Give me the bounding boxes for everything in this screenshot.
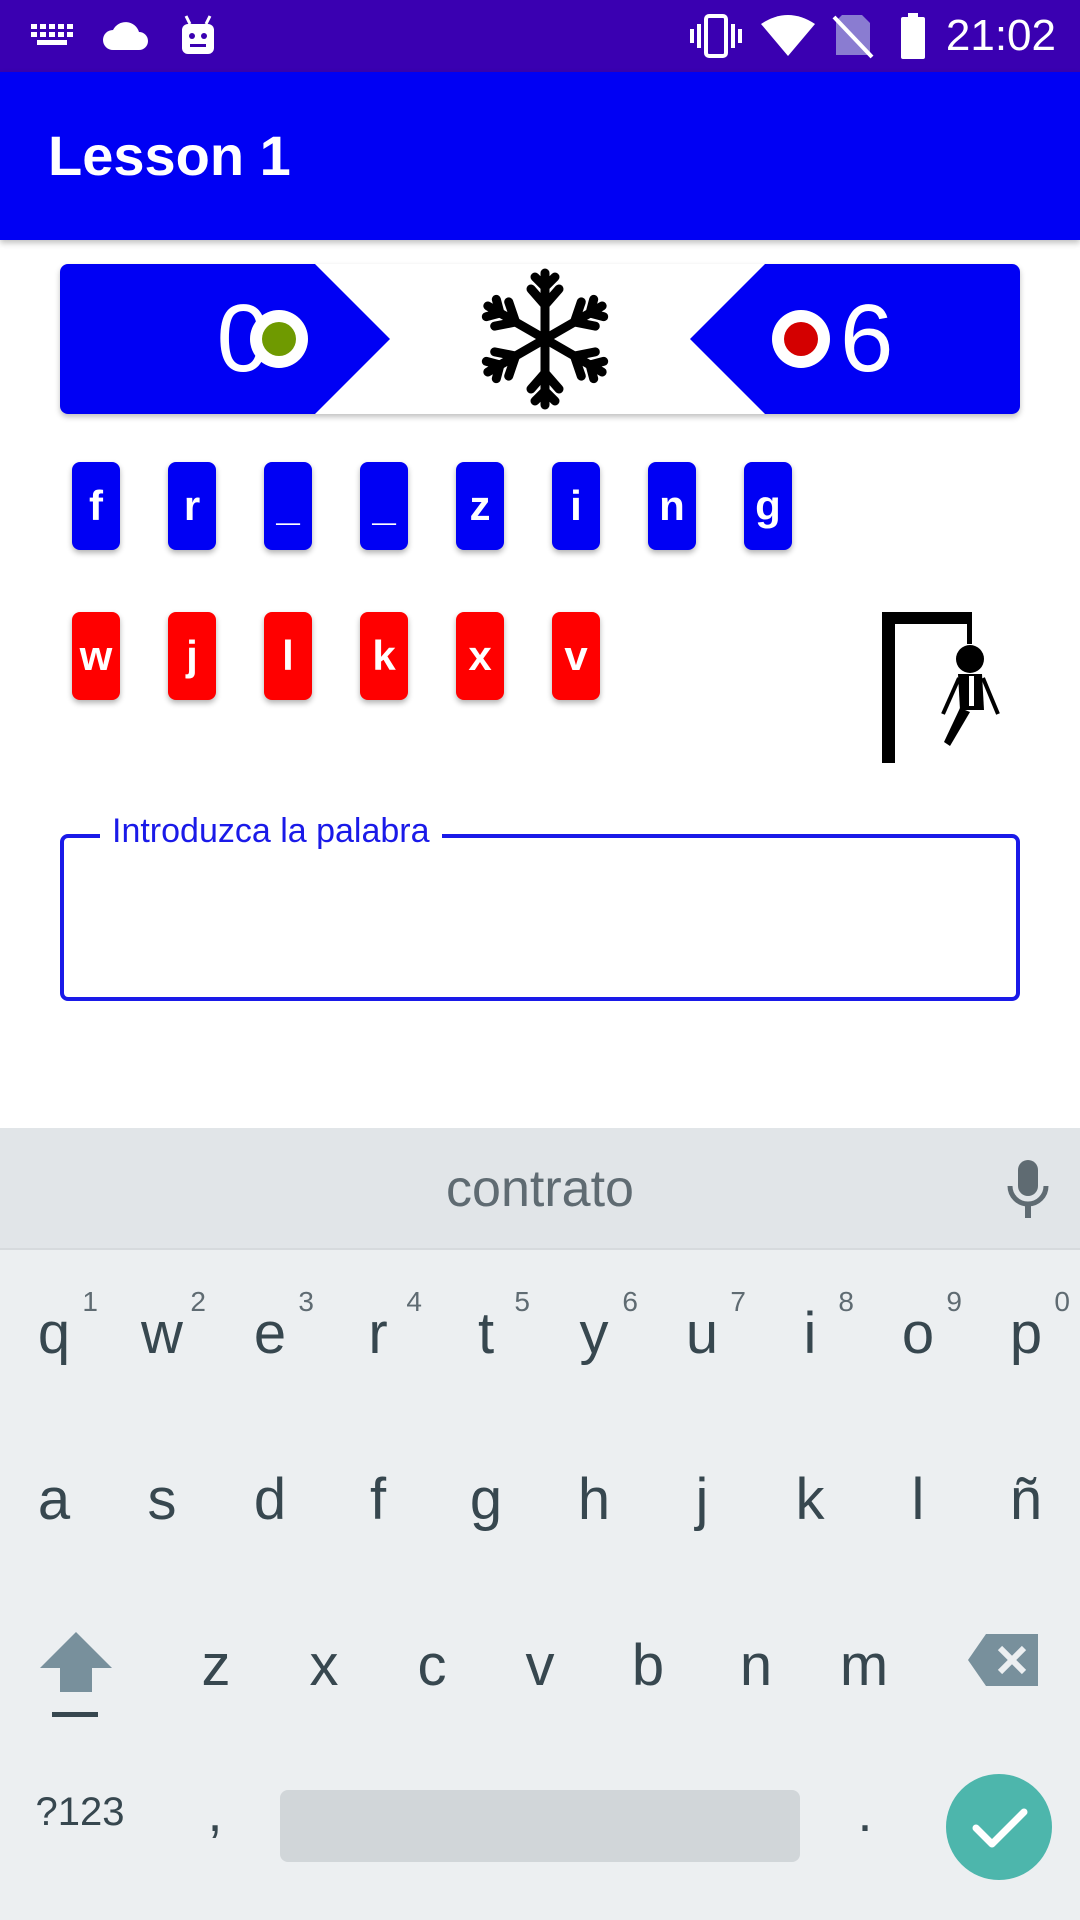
microphone-icon[interactable] [1004, 1158, 1052, 1220]
wrong-count: 6 [840, 285, 894, 392]
key-label: r [368, 1301, 388, 1366]
key-hint: 6 [622, 1286, 638, 1317]
wrong-indicator-dot [772, 310, 830, 368]
key-q[interactable]: q1 [0, 1286, 108, 1380]
keyboard-icon [30, 0, 76, 72]
key-g[interactable]: g [432, 1466, 540, 1546]
symbols-key[interactable]: ?123 [30, 1790, 130, 1835]
key-r[interactable]: r4 [324, 1286, 432, 1380]
enter-key[interactable] [946, 1774, 1052, 1880]
key-z[interactable]: z [162, 1632, 270, 1712]
key-hint: 0 [1054, 1286, 1070, 1317]
wifi-icon [758, 0, 818, 72]
no-sim-icon [830, 0, 876, 72]
correct-indicator-dot [250, 310, 308, 368]
clock: 21:02 [945, 11, 1056, 60]
key-label: t [477, 1301, 495, 1366]
suggestion-word[interactable]: contrato [0, 1128, 1080, 1250]
key-v[interactable]: v [486, 1632, 594, 1712]
key-j[interactable]: j [648, 1466, 756, 1546]
battery-icon [896, 0, 930, 72]
wrong-letter-tile: w [72, 612, 120, 700]
word-letter-tile: _ [264, 462, 312, 550]
key-w[interactable]: w2 [108, 1286, 216, 1380]
snowflake-icon [470, 264, 620, 414]
wrong-letter-tile: x [456, 612, 504, 700]
key-x[interactable]: x [270, 1632, 378, 1712]
wrong-letter-tile: j [168, 612, 216, 700]
wrong-letter-tile: v [552, 612, 600, 700]
key-k[interactable]: k [756, 1466, 864, 1546]
key-b[interactable]: b [594, 1632, 702, 1712]
wrong-letter-tile: k [360, 612, 408, 700]
key-l[interactable]: l [864, 1466, 972, 1546]
key-label: w [141, 1301, 183, 1366]
period-key[interactable]: . [840, 1782, 890, 1844]
key-label: y [579, 1301, 609, 1366]
score-banner: 0 6 [60, 264, 1020, 414]
key-y[interactable]: y6 [540, 1286, 648, 1380]
key-f[interactable]: f [324, 1466, 432, 1546]
checkmark-icon [972, 1808, 1028, 1848]
key-e[interactable]: e3 [216, 1286, 324, 1380]
shift-key-icon[interactable] [38, 1628, 114, 1720]
word-input-field[interactable]: Introduzca la palabra [60, 812, 1020, 1001]
vibrate-icon [688, 0, 744, 72]
key-label: i [803, 1301, 817, 1366]
key-n[interactable]: n [702, 1632, 810, 1712]
word-letter-tile: z [456, 462, 504, 550]
status-bar: 21:02 [0, 0, 1080, 72]
key-d[interactable]: d [216, 1466, 324, 1546]
word-letter-tile: n [648, 462, 696, 550]
key-t[interactable]: t5 [432, 1286, 540, 1380]
key-label: q [37, 1301, 71, 1366]
key-hint: 9 [946, 1286, 962, 1317]
app-bar: Lesson 1 [0, 72, 1080, 240]
key-c[interactable]: c [378, 1632, 486, 1712]
key-hint: 5 [514, 1286, 530, 1317]
key-m[interactable]: m [810, 1632, 918, 1712]
key-s[interactable]: s [108, 1466, 216, 1546]
key-label: o [901, 1301, 935, 1366]
key-hint: 3 [298, 1286, 314, 1317]
word-letter-tile: f [72, 462, 120, 550]
word-input[interactable] [88, 878, 988, 958]
key-u[interactable]: u7 [648, 1286, 756, 1380]
key-a[interactable]: a [0, 1466, 108, 1546]
word-letter-tile: g [744, 462, 792, 550]
key-hint: 1 [82, 1286, 98, 1317]
word-letter-tile: i [552, 462, 600, 550]
key-label: p [1009, 1301, 1043, 1366]
key-hint: 8 [838, 1286, 854, 1317]
space-key[interactable] [280, 1790, 800, 1862]
key-hint: 7 [730, 1286, 746, 1317]
cloud-icon [100, 0, 152, 72]
key-i[interactable]: i8 [756, 1286, 864, 1380]
page-title: Lesson 1 [48, 124, 291, 187]
key-h[interactable]: h [540, 1466, 648, 1546]
android-icon [176, 0, 220, 72]
key-enye[interactable]: ñ [972, 1466, 1080, 1546]
key-hint: 2 [190, 1286, 206, 1317]
hangman-icon [880, 610, 1005, 765]
wrong-letter-tile: l [264, 612, 312, 700]
suggestion-strip: contrato [0, 1128, 1080, 1250]
comma-key[interactable]: , [190, 1782, 240, 1844]
word-letter-tile: _ [360, 462, 408, 550]
word-letter-tile: r [168, 462, 216, 550]
key-label: u [685, 1301, 719, 1366]
key-p[interactable]: p0 [972, 1286, 1080, 1380]
key-label: e [253, 1301, 287, 1366]
word-input-label: Introduzca la palabra [100, 812, 442, 851]
key-hint: 4 [406, 1286, 422, 1317]
backspace-key-icon[interactable] [966, 1632, 1042, 1688]
key-o[interactable]: o9 [864, 1286, 972, 1380]
